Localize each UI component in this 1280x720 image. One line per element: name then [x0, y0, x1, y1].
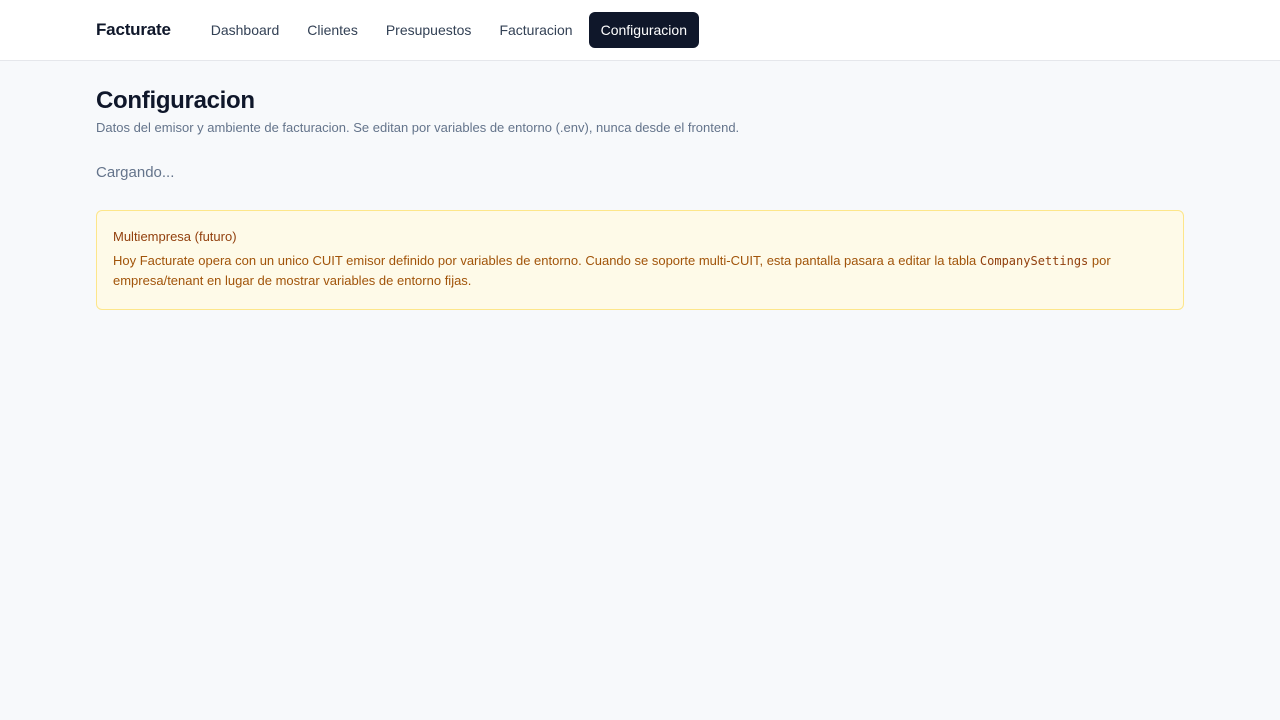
main-content: Configuracion Datos del emisor y ambient… — [96, 61, 1184, 310]
nav-item-facturacion[interactable]: Facturacion — [487, 12, 584, 48]
loading-indicator: Cargando... — [96, 164, 175, 181]
page-title: Configuracion — [96, 87, 255, 114]
multiempresa-notice: Multiempresa (futuro) Hoy Facturate oper… — [96, 210, 1184, 310]
notice-title: Multiempresa (futuro) — [113, 229, 237, 244]
nav-item-configuracion[interactable]: Configuracion — [588, 12, 699, 48]
nav-item-presupuestos[interactable]: Presupuestos — [374, 12, 484, 48]
nav-item-clientes[interactable]: Clientes — [295, 12, 370, 48]
notice-body-text-1: Hoy Facturate opera con un unico CUIT em… — [113, 253, 980, 268]
page-subtitle: Datos del emisor y ambiente de facturaci… — [96, 120, 740, 135]
brand-logo[interactable]: Facturate — [96, 20, 171, 40]
main-nav: Dashboard Clientes Presupuestos Facturac… — [199, 12, 699, 48]
notice-body: Hoy Facturate opera con un unico CUIT em… — [113, 251, 1167, 291]
notice-code-company-settings: CompanySettings — [979, 254, 1089, 268]
nav-item-dashboard[interactable]: Dashboard — [199, 12, 292, 48]
top-navbar: Facturate Dashboard Clientes Presupuesto… — [0, 0, 1280, 61]
navbar-content: Facturate Dashboard Clientes Presupuesto… — [96, 12, 699, 48]
